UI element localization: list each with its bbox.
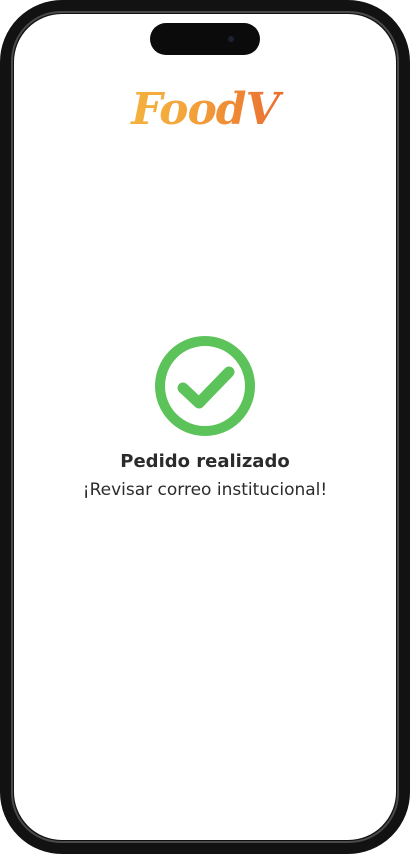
order-status-title: Pedido realizado xyxy=(120,451,290,472)
order-status-subtitle: ¡Revisar correo institucional! xyxy=(82,480,328,500)
check-circle-icon xyxy=(155,336,255,436)
phone-frame: FoodV Pedido realizado ¡Revisar correo i… xyxy=(0,0,410,854)
app-logo: FoodV xyxy=(14,84,396,135)
dynamic-island xyxy=(150,23,260,55)
camera-icon xyxy=(228,36,234,42)
